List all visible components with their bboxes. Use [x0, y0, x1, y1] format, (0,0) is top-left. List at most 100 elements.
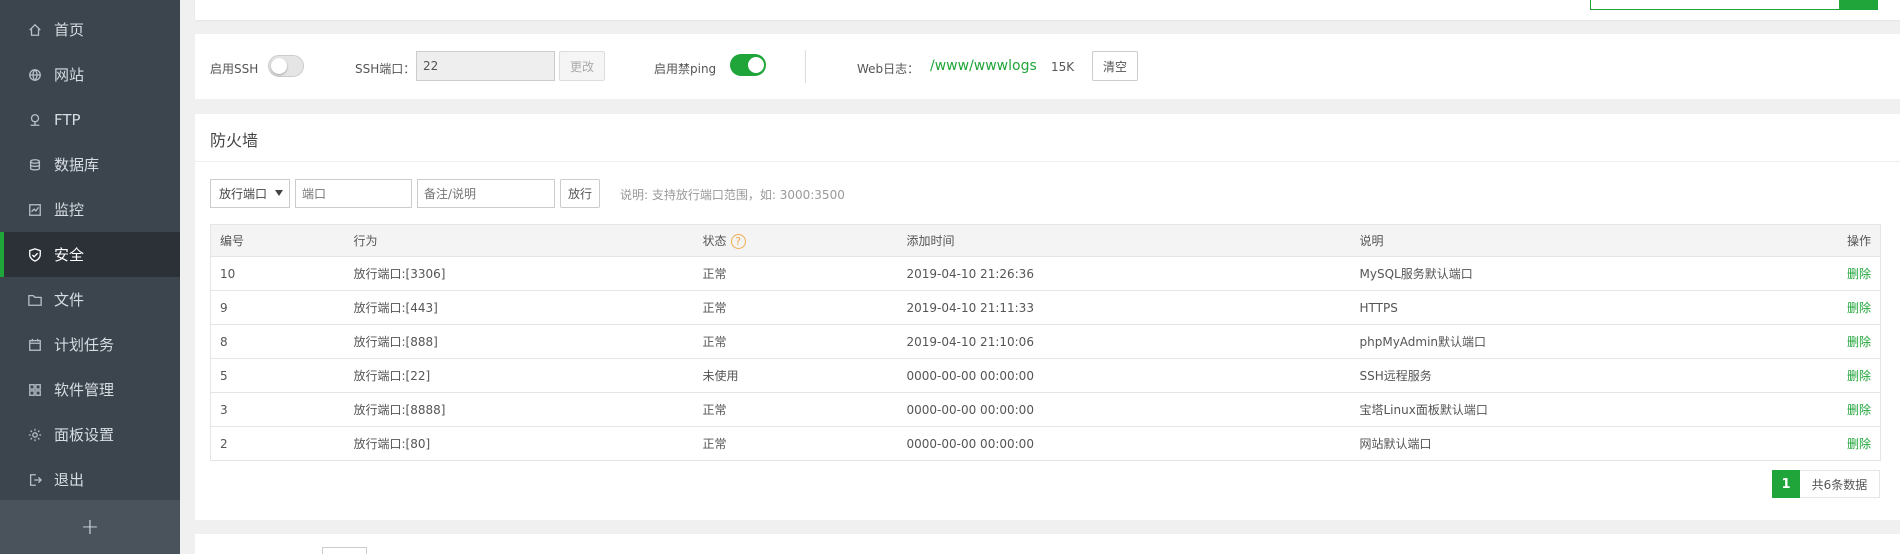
sidebar-item-database[interactable]: 数据库 [0, 142, 180, 187]
toggle-knob [271, 58, 287, 74]
gear-icon [27, 427, 43, 443]
cell-status: 未使用 [693, 358, 898, 393]
change-port-button[interactable]: 更改 [559, 51, 605, 81]
sidebar-item-home[interactable]: 首页 [0, 7, 180, 52]
divider [805, 50, 806, 83]
weblog-path-link[interactable]: /www/wwwlogs [930, 58, 1037, 74]
cell-status: 正常 [702, 437, 727, 451]
sidebar-item-label: 文件 [54, 291, 85, 309]
caret-down-icon [275, 190, 283, 196]
delete-link[interactable]: 删除 [1847, 403, 1871, 417]
ssh-enable-label: 启用SSH [210, 62, 259, 76]
pagination-current-page[interactable]: 1 [1772, 470, 1800, 498]
ssh-settings-panel: 启用SSH SSH端口： 更改 启用禁ping Web日志： /www/wwwl… [195, 34, 1900, 99]
firewall-table: 编号 行为 状态? 添加时间 说明 操作 10 放行端口:[3306] 正常 2… [210, 224, 1881, 461]
delete-link[interactable]: 删除 [1847, 335, 1871, 349]
firewall-panel: 防火墙 放行端口 放行 说明: 支持放行端口范围，如: 3000:3500 编号… [195, 114, 1900, 520]
sidebar-item-label: 数据库 [54, 156, 100, 174]
cell-note: SSH远程服务 [1350, 358, 1801, 393]
help-icon[interactable]: ? [730, 234, 746, 249]
cell-note: HTTPS [1350, 290, 1801, 325]
sidebar-item-label: 面板设置 [54, 426, 115, 444]
cell-id: 10 [210, 256, 345, 291]
cell-id: 2 [220, 436, 228, 451]
cell-note: MySQL服务默认端口 [1350, 256, 1801, 291]
cell-time: 0000-00-00 00:00:00 [897, 392, 1351, 427]
delete-link[interactable]: 删除 [1847, 437, 1871, 451]
cell-action: 放行端口:[8888] [344, 392, 694, 427]
ping-toggle[interactable] [730, 54, 766, 76]
cell-action: 放行端口:[22] [344, 358, 694, 393]
clear-logs-button[interactable]: 清空 [1092, 51, 1138, 81]
ssh-port-label: SSH端口： [355, 62, 416, 76]
cell-op: 删除 [1800, 358, 1881, 393]
cell-op: 删除 [1800, 324, 1881, 359]
divider [195, 161, 1900, 162]
cell-id: 8 [210, 324, 345, 359]
shield-icon [27, 247, 43, 263]
sidebar-item-cron[interactable]: 计划任务 [0, 322, 180, 367]
sidebar-item-settings[interactable]: 面板设置 [0, 412, 180, 457]
search-input[interactable] [1590, 0, 1840, 10]
sidebar-item-label: FTP [54, 110, 81, 129]
sidebar-item-websites[interactable]: 网站 [0, 52, 180, 97]
column-header-note: 说明 [1350, 224, 1801, 257]
port-input[interactable] [295, 179, 412, 208]
column-header-status-label: 状态 [702, 234, 727, 248]
toggle-knob [748, 57, 764, 73]
sidebar-item-label: 计划任务 [54, 336, 115, 354]
cell-id: 3 [210, 392, 345, 427]
cell-note: phpMyAdmin默认端口 [1350, 324, 1801, 359]
cell-action: 放行端口:[80] [353, 437, 431, 451]
delete-link[interactable]: 删除 [1847, 301, 1871, 315]
table-row: 9 放行端口:[443] 正常 2019-04-10 21:11:33 HTTP… [210, 290, 1881, 325]
database-icon [27, 157, 43, 173]
cell-op: 删除 [1800, 256, 1881, 291]
cell-status: 正常 [693, 324, 898, 359]
sidebar-item-ftp[interactable]: FTP [0, 97, 180, 142]
delete-link[interactable]: 删除 [1847, 369, 1871, 383]
note-input[interactable] [417, 179, 555, 208]
ssh-port-input[interactable] [416, 51, 555, 81]
ssh-toggle[interactable] [268, 55, 304, 77]
cell-id: 9 [210, 290, 345, 325]
calendar-icon [27, 337, 43, 353]
sidebar-item-software[interactable]: 软件管理 [0, 367, 180, 412]
column-header-op: 操作 [1800, 224, 1881, 257]
cell-action: 放行端口:[888] [344, 324, 694, 359]
weblog-label: Web日志： [857, 62, 920, 76]
column-header-status: 状态? [693, 224, 898, 257]
delete-link[interactable]: 删除 [1847, 267, 1871, 281]
cell-time: 2019-04-10 21:26:36 [897, 256, 1351, 291]
cell-id: 5 [210, 358, 345, 393]
add-button[interactable]: + [0, 500, 180, 554]
sidebar: 首页 网站 FTP 数据库 监控 安全 文件 计划任务 软件管理 面板设置 退出… [0, 0, 180, 554]
logout-icon [27, 472, 43, 488]
cell-time: 0000-00-00 00:00:00 [897, 358, 1351, 393]
grid-icon [27, 382, 43, 398]
cell-time: 0000-00-00 00:00:00 [906, 436, 1034, 451]
cell-op: 删除 [1800, 290, 1881, 325]
pagination-total: 共6条数据 [1800, 470, 1880, 498]
column-header-action: 行为 [344, 224, 694, 257]
home-icon [27, 22, 43, 38]
cell-op: 删除 [1801, 427, 1881, 461]
rule-type-select[interactable]: 放行端口 [210, 179, 290, 208]
bottom-control[interactable] [322, 547, 367, 554]
weblog-size: 15K [1051, 60, 1075, 74]
sidebar-item-label: 网站 [54, 66, 85, 84]
globe-icon [27, 67, 43, 83]
column-header-time: 添加时间 [897, 224, 1351, 257]
sidebar-item-files[interactable]: 文件 [0, 277, 180, 322]
cell-time: 2019-04-10 21:10:06 [897, 324, 1351, 359]
sidebar-item-security[interactable]: 安全 [0, 232, 180, 277]
folder-icon [27, 292, 43, 308]
cell-status: 正常 [693, 290, 898, 325]
allow-port-button[interactable]: 放行 [560, 179, 600, 208]
cell-time: 2019-04-10 21:11:33 [897, 290, 1351, 325]
sidebar-item-logout[interactable]: 退出 [0, 457, 180, 502]
sidebar-item-label: 退出 [54, 471, 85, 489]
search-button[interactable] [1840, 0, 1878, 10]
sidebar-item-monitor[interactable]: 监控 [0, 187, 180, 232]
cell-note: 网站默认端口 [1359, 437, 1432, 451]
